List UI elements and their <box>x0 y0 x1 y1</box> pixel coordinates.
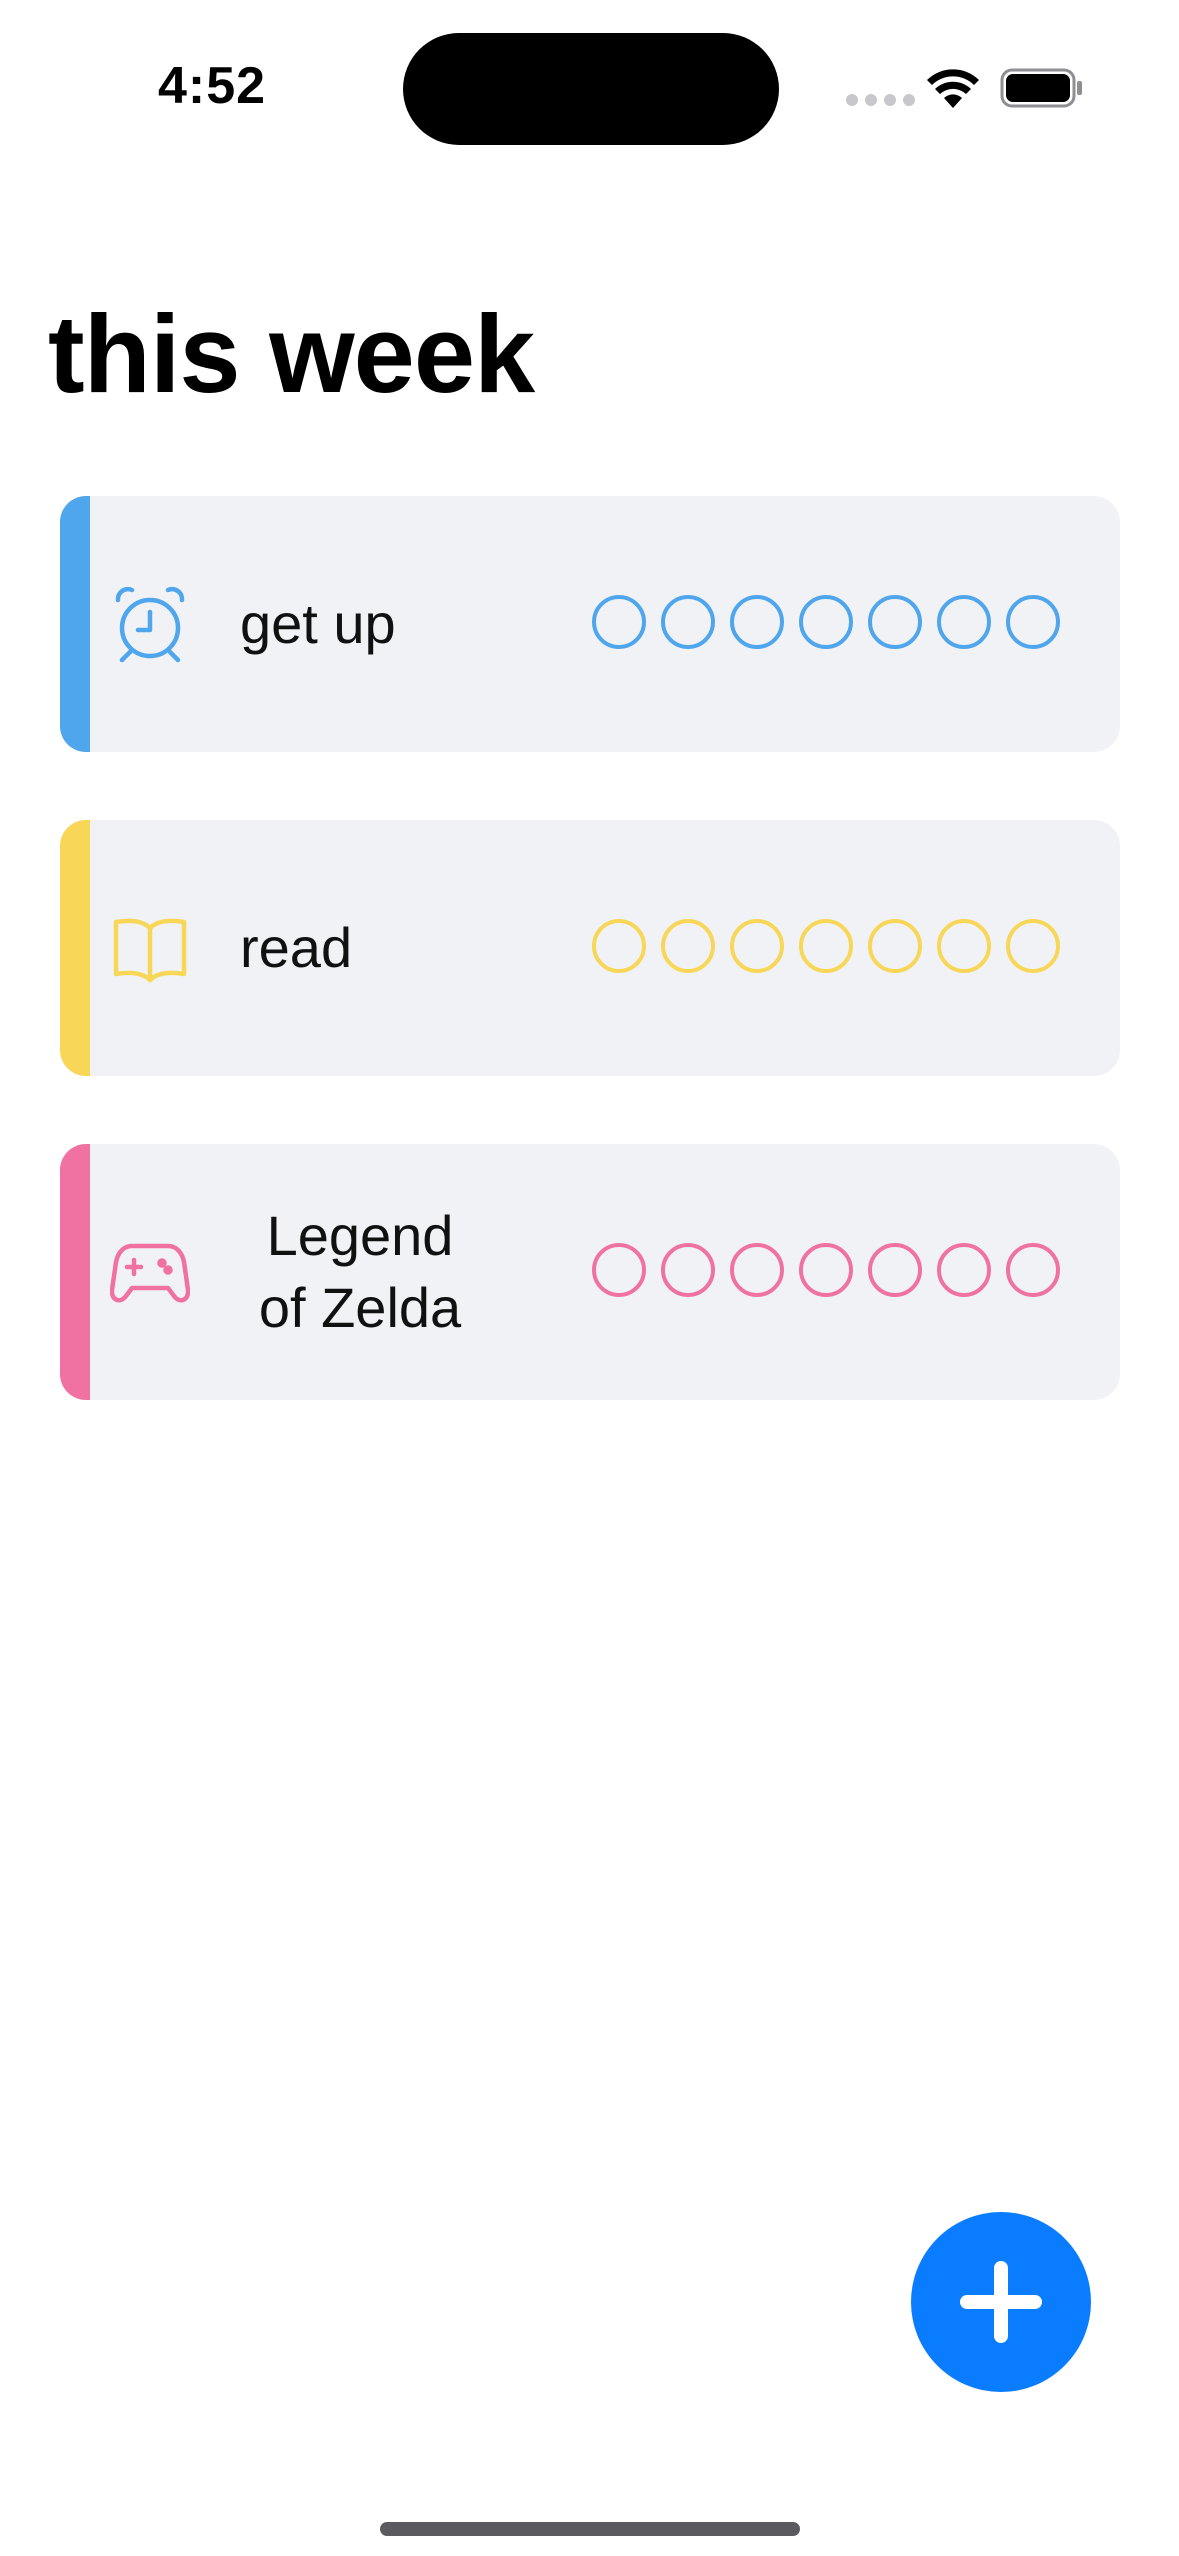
day-checkbox[interactable] <box>799 595 853 649</box>
game-controller-icon <box>110 1232 190 1312</box>
home-indicator[interactable] <box>380 2522 800 2536</box>
day-checkbox[interactable] <box>1006 595 1060 649</box>
day-checkbox[interactable] <box>799 919 853 973</box>
page-title: this week <box>48 293 535 416</box>
battery-icon <box>1000 68 1082 108</box>
day-circles <box>592 595 1060 649</box>
day-checkbox[interactable] <box>592 595 646 649</box>
day-checkbox[interactable] <box>730 595 784 649</box>
day-checkbox[interactable] <box>937 1243 991 1297</box>
day-checkbox[interactable] <box>937 595 991 649</box>
wifi-icon <box>927 69 979 108</box>
status-time: 4:52 <box>158 57 267 115</box>
day-checkbox[interactable] <box>730 919 784 973</box>
day-checkbox[interactable] <box>799 1243 853 1297</box>
book-icon <box>110 908 190 988</box>
day-checkbox[interactable] <box>730 1243 784 1297</box>
add-habit-button[interactable] <box>911 2212 1091 2392</box>
day-checkbox[interactable] <box>661 919 715 973</box>
day-checkbox[interactable] <box>868 919 922 973</box>
habit-color-stripe <box>60 496 90 752</box>
day-checkbox[interactable] <box>868 1243 922 1297</box>
habit-name: get up <box>240 592 396 655</box>
habit-name: read <box>240 916 353 979</box>
cellular-signal-icon <box>846 94 915 106</box>
dynamic-island <box>403 33 779 145</box>
plus-icon <box>960 2261 1042 2343</box>
habit-color-stripe <box>60 820 90 1076</box>
day-checkbox[interactable] <box>592 1243 646 1297</box>
alarm-clock-icon <box>110 584 190 664</box>
habit-card-legend-of-zelda[interactable]: Legend of Zelda <box>60 1144 1120 1400</box>
day-circles <box>592 1243 1060 1297</box>
day-checkbox[interactable] <box>1006 919 1060 973</box>
day-checkbox[interactable] <box>868 595 922 649</box>
day-checkbox[interactable] <box>661 595 715 649</box>
habit-card-read[interactable]: read <box>60 820 1120 1076</box>
habit-color-stripe <box>60 1144 90 1400</box>
day-checkbox[interactable] <box>661 1243 715 1297</box>
habit-card-get-up[interactable]: get up <box>60 496 1120 752</box>
habit-tracker-screen: 4:52 this week get up read Legend of Zel… <box>0 0 1179 2556</box>
habit-list: get up read Legend of Zelda <box>60 496 1120 1468</box>
day-checkbox[interactable] <box>937 919 991 973</box>
day-circles <box>592 919 1060 973</box>
day-checkbox[interactable] <box>1006 1243 1060 1297</box>
habit-name: Legend of Zelda <box>258 1204 462 1339</box>
day-checkbox[interactable] <box>592 919 646 973</box>
